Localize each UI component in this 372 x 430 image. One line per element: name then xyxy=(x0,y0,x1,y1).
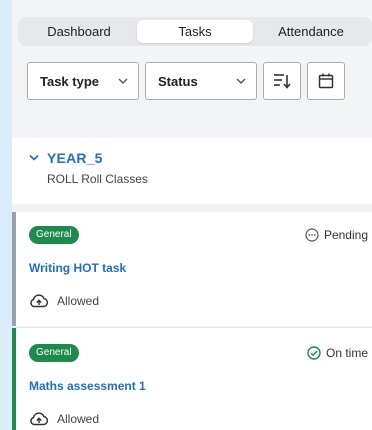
sort-button[interactable] xyxy=(263,62,301,100)
submission-label: Allowed xyxy=(57,412,100,426)
submission-status: Allowed xyxy=(16,294,372,308)
task-card: General On time Maths assessment 1 Allow… xyxy=(12,328,372,430)
tab-dashboard[interactable]: Dashboard xyxy=(21,20,137,43)
task-title-link[interactable]: Writing HOT task xyxy=(16,261,372,275)
chevron-down-icon[interactable] xyxy=(29,154,39,162)
submission-label: Allowed xyxy=(57,294,100,308)
class-group-subtitle: ROLL Roll Classes xyxy=(47,172,148,186)
task-status: Pending xyxy=(305,228,368,242)
status-select-label: Status xyxy=(158,73,198,89)
status-select[interactable]: Status xyxy=(145,62,257,100)
task-type-select[interactable]: Task type xyxy=(27,62,139,100)
tab-attendance[interactable]: Attendance xyxy=(253,20,369,43)
task-title-link[interactable]: Maths assessment 1 xyxy=(16,379,372,393)
task-type-label: Task type xyxy=(40,73,100,89)
sort-icon xyxy=(274,74,291,89)
check-circle-icon xyxy=(307,346,321,360)
pending-icon xyxy=(305,228,319,242)
submission-status: Allowed xyxy=(16,412,372,426)
task-card: General Pending Writing HOT task Allowed xyxy=(12,212,372,326)
task-status: On time xyxy=(307,346,368,360)
chevron-down-icon xyxy=(118,78,128,84)
task-type-badge: General xyxy=(29,344,79,362)
task-status-label: On time xyxy=(325,346,368,360)
task-type-badge: General xyxy=(29,226,79,244)
class-group-header[interactable]: YEAR_5 ROLL Roll Classes xyxy=(12,138,372,204)
task-status-label: Pending xyxy=(323,228,368,242)
tab-tasks[interactable]: Tasks xyxy=(137,20,253,43)
calendar-icon xyxy=(318,73,334,89)
view-tabs: Dashboard Tasks Attendance xyxy=(18,17,372,46)
filter-bar: Task type Status xyxy=(27,62,345,100)
calendar-button[interactable] xyxy=(307,62,345,100)
cloud-upload-icon xyxy=(30,294,49,308)
class-group-title: YEAR_5 xyxy=(47,150,103,166)
chevron-down-icon xyxy=(236,78,246,84)
cloud-upload-icon xyxy=(30,412,49,426)
